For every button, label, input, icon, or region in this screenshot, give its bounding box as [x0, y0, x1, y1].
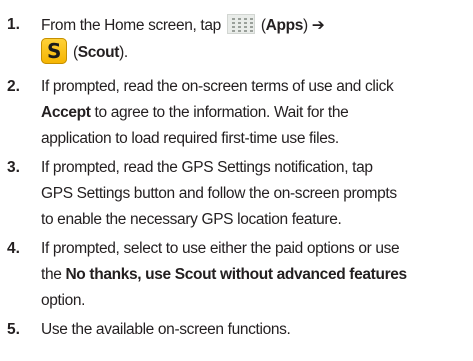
- step-number: 4.: [7, 240, 20, 257]
- apps-grid-dot: [237, 26, 241, 28]
- apps-grid-dot: [237, 18, 241, 20]
- no-thanks-option-label: No thanks, use Scout without advanced fe…: [65, 266, 407, 283]
- apps-grid-dot: [243, 26, 247, 28]
- apps-grid-dot: [237, 30, 241, 32]
- step-4-line-1: If prompted, select to use either the pa…: [41, 240, 400, 257]
- apps-grid-dot: [243, 30, 247, 32]
- apps-grid-dot: [243, 22, 247, 24]
- instruction-page: 1. From the Home screen, tap (Apps) ➔ S …: [0, 0, 473, 361]
- apps-grid-dot: [231, 22, 235, 24]
- apps-grid-dot: [231, 30, 235, 32]
- step-number: 1.: [7, 16, 20, 33]
- cropped-heading-fragment: [0, 0, 473, 4]
- step-4-line-3: option.: [41, 292, 86, 309]
- step-2-line-1: If prompted, read the on-screen terms of…: [41, 78, 394, 95]
- scout-label: Scout: [77, 44, 120, 61]
- step-3-line-1: If prompted, read the GPS Settings notif…: [41, 159, 373, 176]
- step-number: 2.: [7, 78, 20, 95]
- step-1-line-1: From the Home screen, tap (Apps) ➔: [41, 14, 325, 34]
- apps-grid-dot: [231, 18, 235, 20]
- apps-grid-dot: [249, 18, 253, 20]
- step-2-line-3: application to load required first-time …: [41, 130, 339, 147]
- apps-grid-dot: [237, 22, 241, 24]
- step-4-line-2: the No thanks, use Scout without advance…: [41, 266, 407, 283]
- apps-grid-dot: [231, 26, 235, 28]
- step-1-line-2: S (Scout).: [41, 38, 465, 66]
- step-3-line-2: GPS Settings button and follow the on-sc…: [41, 185, 397, 202]
- arrow-right-icon: ➔: [311, 16, 325, 34]
- apps-grid-dot: [249, 26, 253, 28]
- step-number: 3.: [7, 159, 20, 176]
- scout-app-icon: S: [41, 38, 67, 64]
- accept-label: Accept: [41, 104, 91, 121]
- apps-grid-icon: [226, 14, 255, 34]
- step-number: 5.: [7, 321, 20, 338]
- apps-grid-dot: [249, 30, 253, 32]
- apps-grid-dot: [249, 22, 253, 24]
- apps-label: Apps: [265, 17, 304, 34]
- step-2-line-2: Accept to agree to the information. Wait…: [41, 104, 349, 121]
- step-5-line-1: Use the available on-screen functions.: [41, 321, 291, 338]
- apps-grid-dot: [243, 18, 247, 20]
- step-3-line-3: to enable the necessary GPS location fea…: [41, 211, 342, 228]
